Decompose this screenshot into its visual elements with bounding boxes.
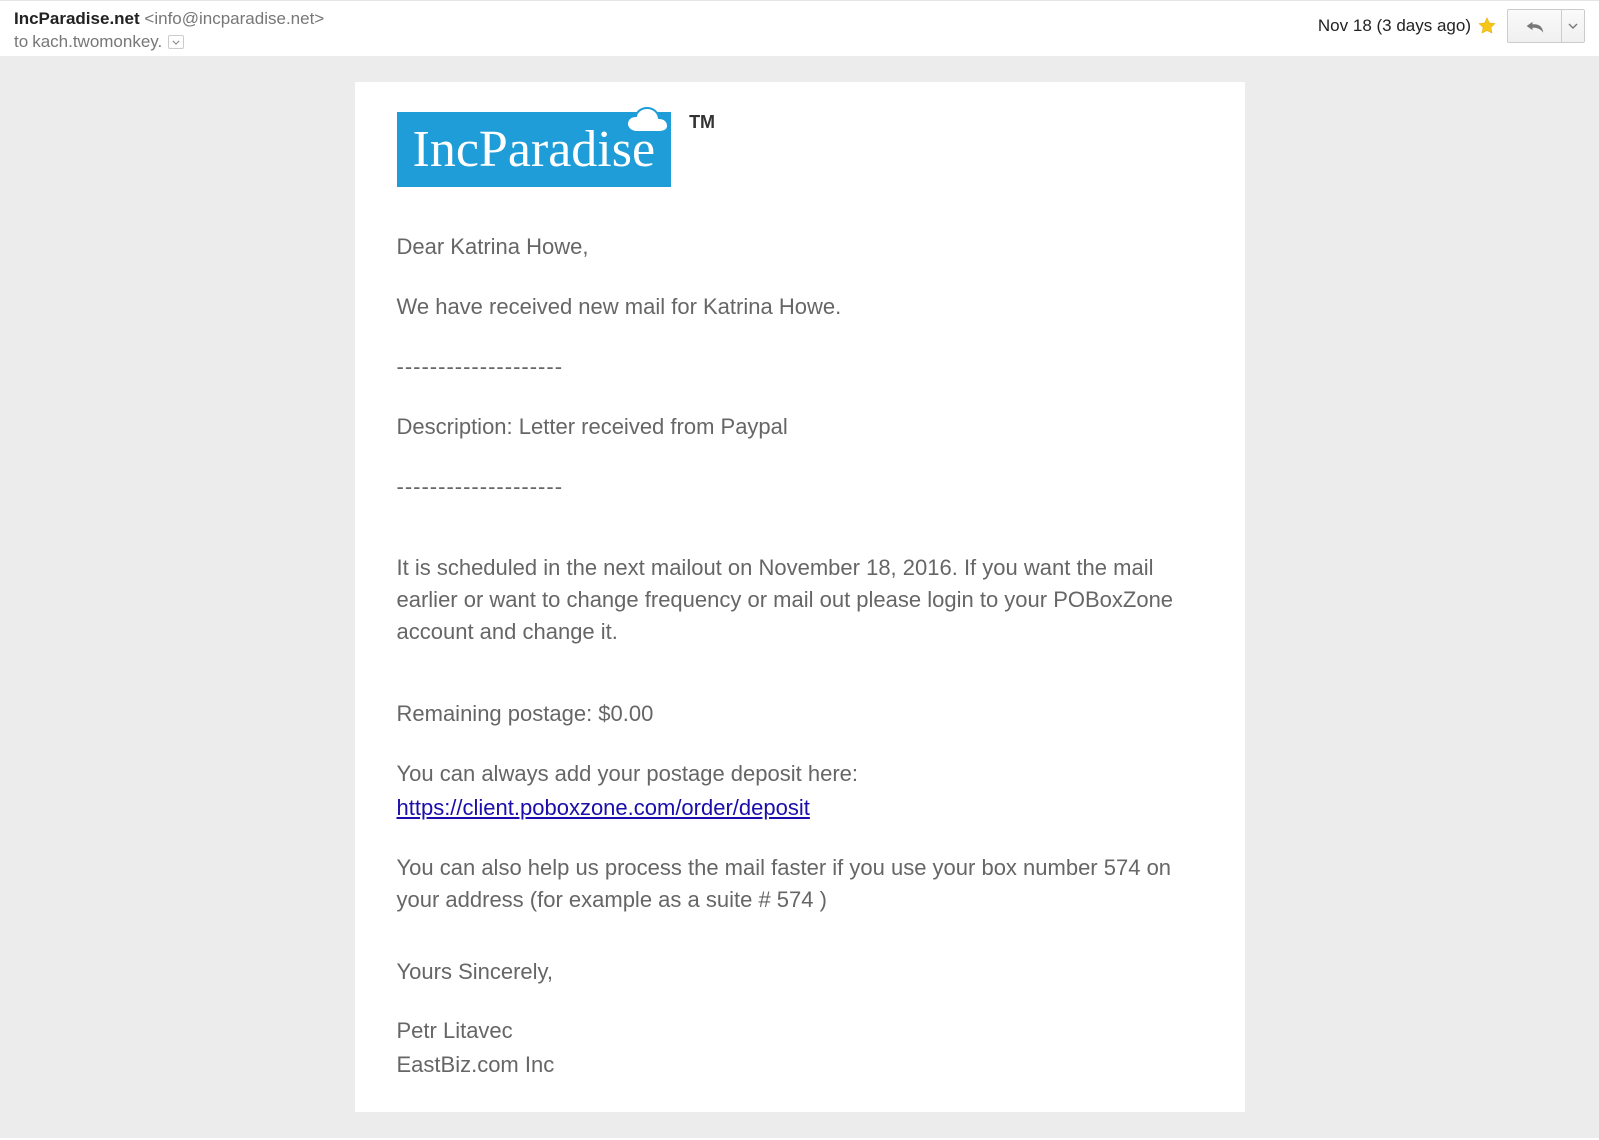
incparadise-logo: IncParadise	[397, 112, 672, 187]
signature-company: EastBiz.com Inc	[397, 1049, 1203, 1081]
chevron-down-icon	[1568, 23, 1578, 29]
sender-name: IncParadise.net	[14, 9, 140, 28]
trademark-label: TM	[689, 112, 715, 133]
sender-email: <info@incparadise.net>	[144, 9, 324, 28]
meta-block: Nov 18 (3 days ago)	[1318, 9, 1585, 43]
deposit-intro: You can always add your postage deposit …	[397, 758, 1203, 790]
separator: --------------------	[397, 471, 1203, 503]
description-line: Description: Letter received from Paypal	[397, 411, 1203, 443]
sender-line: IncParadise.net <info@incparadise.net>	[14, 9, 324, 29]
intro-line: We have received new mail for Katrina Ho…	[397, 291, 1203, 323]
greeting: Dear Katrina Howe,	[397, 231, 1203, 263]
logo-row: IncParadise TM	[397, 112, 1203, 187]
recipient-name: kach.twomonkey.	[32, 32, 162, 52]
more-actions-button[interactable]	[1561, 9, 1585, 43]
to-label: to	[14, 32, 28, 52]
signoff: Yours Sincerely,	[397, 956, 1203, 988]
schedule-paragraph: It is scheduled in the next mailout on N…	[397, 552, 1203, 648]
box-tip: You can also help us process the mail fa…	[397, 852, 1203, 916]
deposit-block: You can always add your postage deposit …	[397, 758, 1203, 824]
email-header-bar: IncParadise.net <info@incparadise.net> t…	[0, 0, 1599, 56]
email-card: IncParadise TM Dear Katrina Howe, We hav…	[355, 82, 1245, 1112]
postage-line: Remaining postage: $0.00	[397, 698, 1203, 730]
sender-block: IncParadise.net <info@incparadise.net> t…	[14, 9, 324, 52]
cloud-icon	[623, 94, 673, 153]
reply-icon	[1525, 18, 1545, 34]
separator: --------------------	[397, 351, 1203, 383]
star-button[interactable]	[1477, 16, 1497, 36]
email-date: Nov 18 (3 days ago)	[1318, 16, 1471, 36]
deposit-link[interactable]: https://client.poboxzone.com/order/depos…	[397, 795, 810, 820]
logo-text: IncParadise	[413, 121, 656, 178]
star-icon	[1477, 16, 1497, 36]
email-body-text: Dear Katrina Howe, We have received new …	[397, 231, 1203, 1081]
reply-button[interactable]	[1507, 9, 1561, 43]
email-body-area: IncParadise TM Dear Katrina Howe, We hav…	[0, 56, 1599, 1138]
signature-block: Yours Sincerely, Petr Litavec EastBiz.co…	[397, 956, 1203, 1082]
recipient-details-button[interactable]	[168, 35, 184, 49]
signature-name: Petr Litavec	[397, 1015, 1203, 1047]
chevron-down-icon	[172, 40, 180, 45]
recipient-line: to kach.twomonkey.	[14, 32, 324, 52]
